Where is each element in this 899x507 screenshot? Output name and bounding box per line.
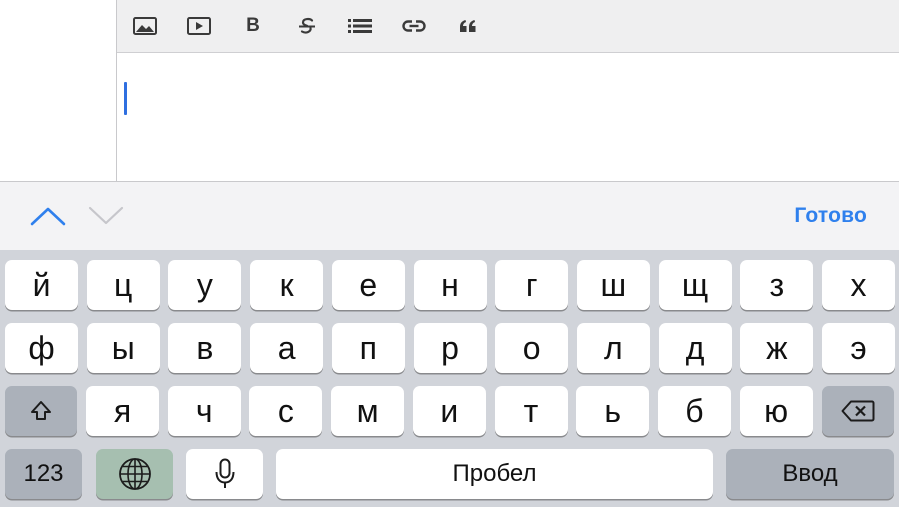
keyboard-accessory-bar: Готово: [0, 181, 899, 250]
key-label: п: [359, 330, 377, 366]
strikethrough-button[interactable]: [292, 13, 322, 39]
key-label: у: [196, 267, 213, 303]
key-label: ы: [111, 330, 135, 366]
key[interactable]: р: [413, 323, 487, 373]
globe-icon: [118, 458, 151, 490]
bold-button[interactable]: B: [238, 13, 268, 39]
key[interactable]: з: [740, 260, 814, 310]
insert-video-button[interactable]: [184, 13, 214, 39]
image-icon: [133, 17, 157, 35]
key-label: ш: [600, 267, 627, 303]
key[interactable]: ш: [576, 260, 650, 310]
key[interactable]: п: [331, 323, 405, 373]
key[interactable]: ю: [739, 386, 813, 436]
key[interactable]: ы: [86, 323, 160, 373]
microphone-icon: [215, 458, 234, 488]
key-label: щ: [681, 267, 709, 303]
key[interactable]: х: [822, 260, 895, 310]
space-key[interactable]: Пробел: [276, 449, 713, 499]
key-label: э: [850, 330, 867, 366]
shift-key[interactable]: [5, 386, 77, 436]
key-label: ж: [766, 330, 788, 366]
key-label: б: [685, 393, 704, 429]
key[interactable]: ц: [86, 260, 160, 310]
chevron-down-icon: [88, 206, 124, 225]
strikethrough-icon: [299, 17, 315, 34]
key-label: ь: [604, 393, 622, 429]
insert-image-button[interactable]: [130, 13, 160, 39]
key[interactable]: д: [658, 323, 732, 373]
key-label: ю: [764, 393, 789, 429]
key[interactable]: ф: [5, 323, 78, 373]
key-label: ц: [114, 267, 133, 303]
bold-icon: B: [246, 15, 260, 36]
left-pane: [0, 0, 117, 181]
language-key[interactable]: [96, 449, 173, 499]
key[interactable]: я: [86, 386, 159, 436]
list-button[interactable]: [345, 13, 375, 39]
numbers-key[interactable]: 123: [5, 449, 82, 499]
chevron-up-icon: [30, 207, 66, 226]
key[interactable]: е: [331, 260, 405, 310]
key-label: з: [769, 267, 785, 303]
next-field-button[interactable]: [86, 204, 126, 228]
key-label: д: [685, 330, 705, 366]
key-label: я: [113, 393, 132, 429]
key[interactable]: щ: [658, 260, 732, 310]
key-label: л: [604, 330, 623, 366]
key[interactable]: и: [412, 386, 486, 436]
key-label: т: [523, 393, 539, 429]
key-label: ч: [195, 393, 213, 429]
backspace-key[interactable]: [822, 386, 894, 436]
quote-icon: [460, 20, 476, 32]
key-label: с: [277, 393, 294, 429]
shift-icon: [31, 401, 51, 420]
link-icon: [402, 20, 426, 32]
list-icon: [348, 19, 372, 33]
key[interactable]: о: [495, 323, 569, 373]
key[interactable]: с: [249, 386, 323, 436]
key-label: е: [359, 267, 378, 303]
key[interactable]: й: [5, 260, 78, 310]
key-label: в: [196, 330, 214, 366]
key[interactable]: г: [495, 260, 569, 310]
key-label: и: [440, 393, 459, 429]
key[interactable]: л: [576, 323, 650, 373]
return-key[interactable]: Ввод: [726, 449, 894, 499]
key-label: р: [441, 330, 459, 366]
key[interactable]: ч: [167, 386, 241, 436]
key[interactable]: б: [657, 386, 731, 436]
previous-field-button[interactable]: [28, 204, 68, 228]
key[interactable]: а: [250, 323, 324, 373]
key-label: н: [441, 267, 459, 303]
text-editor[interactable]: [117, 53, 899, 181]
key[interactable]: ж: [740, 323, 814, 373]
text-caret: [124, 82, 127, 115]
link-button[interactable]: [399, 13, 429, 39]
key[interactable]: ь: [576, 386, 650, 436]
key-label: к: [279, 267, 294, 303]
key[interactable]: м: [331, 386, 405, 436]
quote-button[interactable]: [453, 13, 483, 39]
key-label: м: [356, 393, 379, 429]
key-label: г: [525, 267, 538, 303]
key[interactable]: н: [413, 260, 487, 310]
video-icon: [187, 17, 211, 35]
key[interactable]: т: [494, 386, 568, 436]
dictation-key[interactable]: [186, 449, 263, 499]
done-button[interactable]: Готово: [794, 204, 867, 228]
formatting-toolbar: B: [117, 0, 899, 53]
key-label: х: [850, 267, 867, 303]
key-label: й: [32, 267, 51, 303]
key-label: а: [277, 330, 296, 366]
key[interactable]: у: [168, 260, 242, 310]
key-label: о: [522, 330, 541, 366]
key[interactable]: э: [822, 323, 895, 373]
key[interactable]: к: [250, 260, 324, 310]
key[interactable]: в: [168, 323, 242, 373]
backspace-icon: [841, 400, 875, 422]
keyboard: й ц у к е н г ш щ з х ф ы в а п р о л д ж э я ч с м и т ь б ю 123 Пр…: [0, 250, 899, 507]
key-label: ф: [28, 330, 55, 366]
